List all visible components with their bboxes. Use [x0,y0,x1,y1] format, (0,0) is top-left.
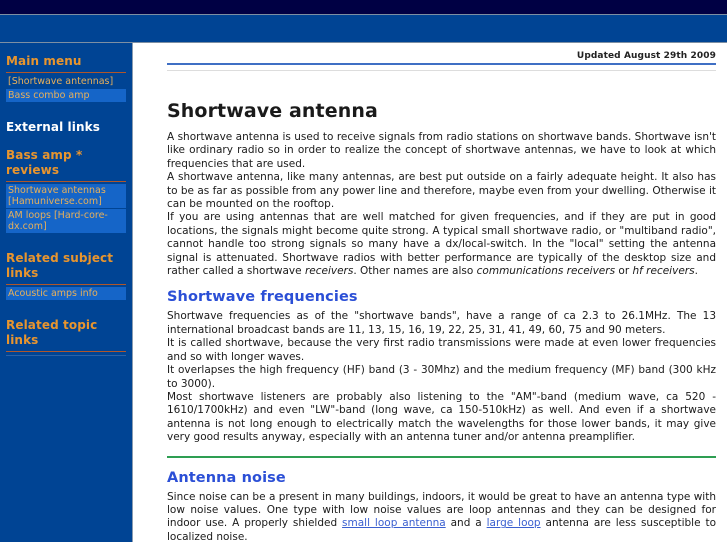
frequencies-paragraph-4: Most shortwave listeners are probably al… [167,390,716,444]
section-intro: A shortwave antenna is used to receive s… [167,131,716,278]
sidebar-rule-thin [6,355,126,356]
sidebar-heading-bass-amp-reviews: Bass amp * reviews [6,148,83,177]
updated-timestamp: Updated August 29th 2009 [576,51,716,61]
sidebar-rule [6,351,126,352]
sidebar-item-bass-combo-amp[interactable]: Bass combo amp [6,89,126,102]
intro-p3-em-communications-receivers: communications receivers [476,265,616,278]
sidebar-item-shortwave-antennas-hamuniverse[interactable]: Shortwave antennas [Hamuniverse.com] [6,184,126,208]
divider-green [167,455,716,458]
main-content: Updated August 29th 2009 Shortwave anten… [133,43,727,542]
sidebar-item-am-loops-hardcoredx[interactable]: AM loops [Hard-core-dx.com] [6,209,126,233]
intro-p3-em-receivers: receivers [304,265,354,278]
intro-p3-text-b: . Other names are also [353,265,477,278]
sidebar-block-bass-amp-reviews: Bass amp * reviews Shortwave antennas [H… [0,137,132,233]
heading-antenna-noise: Antenna noise [167,469,286,486]
sidebar-rule [6,72,126,73]
section-antenna-noise: Antenna noise Since noise can be a prese… [167,470,716,542]
divider-blue [167,63,716,65]
sidebar-block-related-subject-links: Related subject links Acoustic amps info [0,240,132,300]
sidebar-block-related-topic-links: Related topic links [0,307,132,356]
intro-paragraph-2: A shortwave antenna, like many antennas,… [167,171,716,211]
top-blue-banner [0,14,727,43]
frequencies-paragraph-3: It overlapses the high frequency (HF) ba… [167,364,716,390]
sidebar-rule [6,284,126,285]
divider-grey [167,70,716,71]
section-shortwave-frequencies: Shortwave frequencies Shortwave frequenc… [167,289,716,444]
noise-p1-text-b: and a [445,517,487,530]
link-large-loop[interactable]: large loop [487,517,541,529]
link-small-loop-antenna[interactable]: small loop antenna [342,517,446,529]
intro-p3-text-c: or [615,265,633,278]
sidebar-heading-related-subject-links: Related subject links [6,251,114,280]
page-title: Shortwave antenna [167,100,378,122]
intro-p3-em-hf-receivers: hf receivers [632,265,695,278]
noise-paragraph-1: Since noise can be a present in many bui… [167,491,716,542]
top-dark-bar [0,0,727,14]
sidebar-rule [6,181,126,182]
frequencies-paragraph-1: Shortwave frequencies as of the "shortwa… [167,310,716,336]
intro-paragraph-1: A shortwave antenna is used to receive s… [167,131,716,170]
sidebar-block-main-menu: Main menu [Shortwave antennas] Bass comb… [0,43,132,102]
sidebar: Main menu [Shortwave antennas] Bass comb… [0,43,133,542]
sidebar-item-acoustic-amps-info[interactable]: Acoustic amps info [6,287,126,300]
heading-shortwave-frequencies: Shortwave frequencies [167,289,358,306]
sidebar-heading-external-links: External links [6,120,100,134]
sidebar-heading-related-topic-links: Related topic links [6,318,98,347]
page-layout: Main menu [Shortwave antennas] Bass comb… [0,43,727,542]
sidebar-item-shortwave-antennas[interactable]: [Shortwave antennas] [6,75,126,88]
sidebar-heading-main-menu: Main menu [6,54,82,68]
intro-p3-text-d: . [694,265,698,278]
sidebar-block-external-links: External links [0,109,132,137]
intro-paragraph-3: If you are using antennas that are well … [167,211,716,278]
frequencies-paragraph-2: It is called shortwave, because the very… [167,337,716,363]
